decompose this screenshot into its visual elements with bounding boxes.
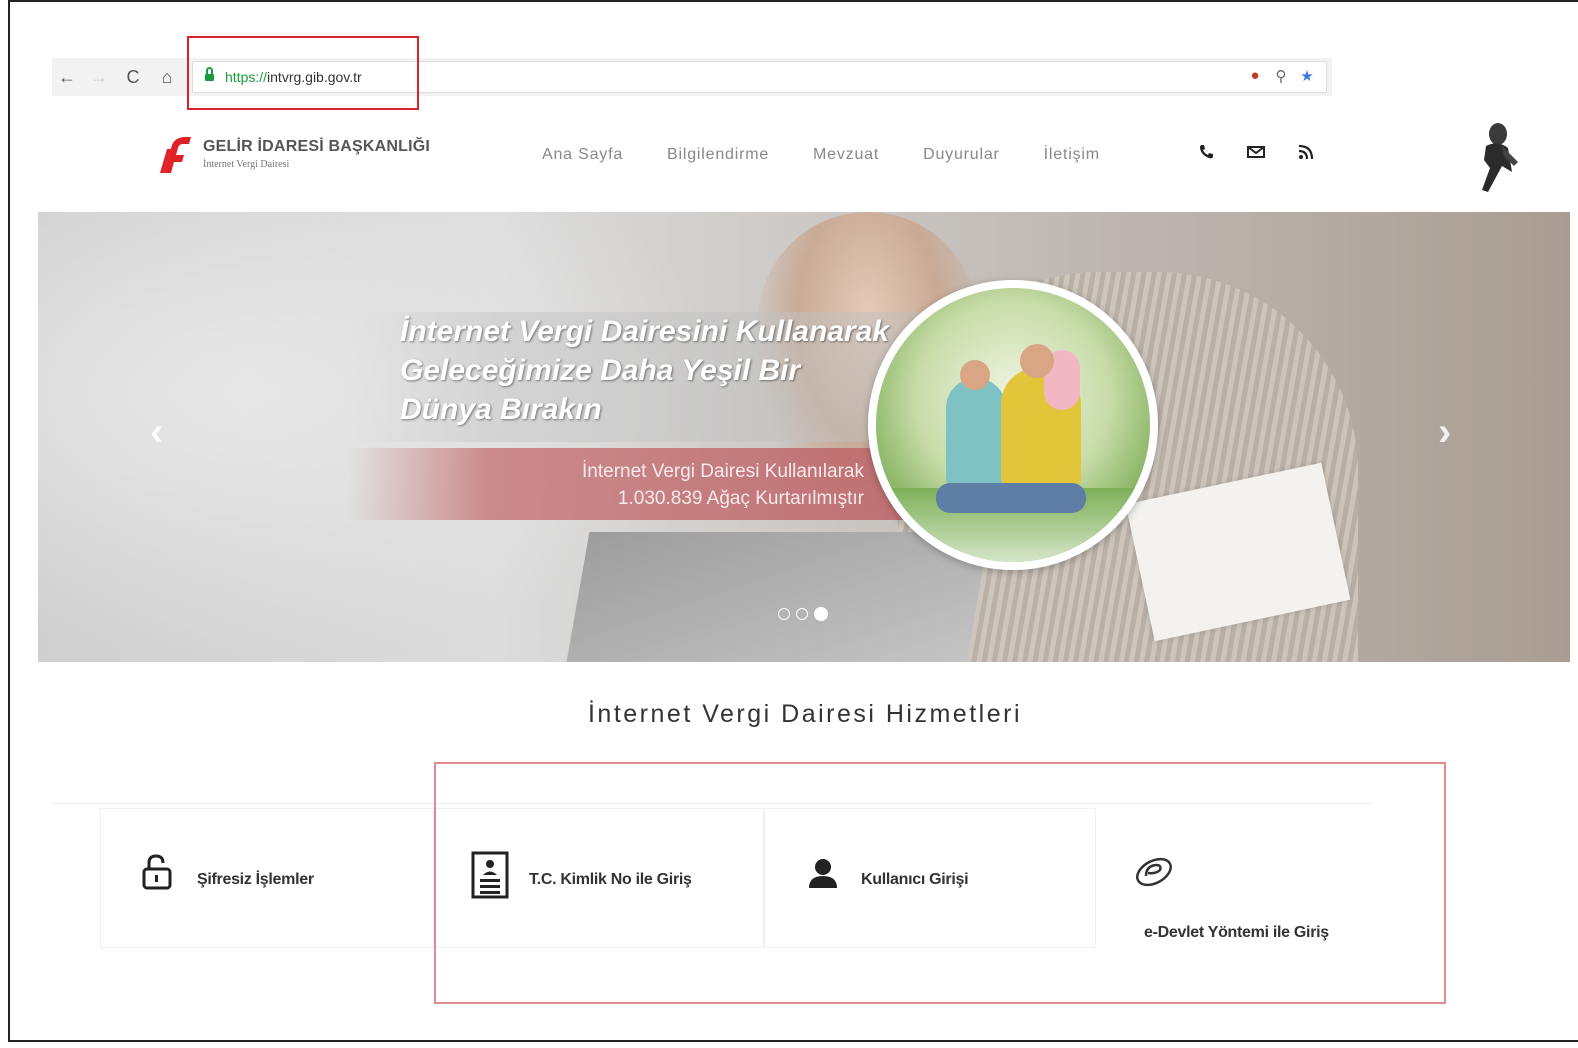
menu-item-duyurular[interactable]: Duyurular <box>923 146 1000 164</box>
hero-headline: İnternet Vergi Dairesini Kullanarak Gele… <box>400 315 890 426</box>
service-label: Şifresiz İşlemler <box>197 871 314 888</box>
unlock-icon <box>142 854 172 890</box>
bookmark-star-icon[interactable]: ★ <box>1298 67 1316 85</box>
zoom-icon[interactable]: ⚲ <box>1272 67 1290 85</box>
slide-dot-3[interactable] <box>814 607 828 621</box>
gib-logo-icon <box>160 137 191 173</box>
mail-icon[interactable] <box>1246 144 1266 165</box>
forward-arrow-icon[interactable]: → <box>86 64 112 90</box>
family-photo <box>868 280 1158 570</box>
home-icon[interactable]: ⌂ <box>154 64 180 90</box>
back-arrow-icon[interactable]: ← <box>54 64 80 90</box>
hero-subtext: İnternet Vergi Dairesi Kullanılarak 1.03… <box>582 461 864 509</box>
site-settings-icon[interactable]: ● <box>1246 67 1264 85</box>
rss-icon[interactable] <box>1296 144 1316 165</box>
reload-icon[interactable]: C <box>120 64 146 90</box>
url-highlight-box <box>187 36 419 110</box>
service-sifresiz-islemler[interactable]: Şifresiz İşlemler <box>100 808 434 948</box>
next-slide-chevron-icon[interactable]: › <box>1438 410 1451 455</box>
menu-item-mevzuat[interactable]: Mevzuat <box>813 146 879 164</box>
slide-dot-2[interactable] <box>796 608 808 620</box>
slide-dot-1[interactable] <box>778 608 790 620</box>
services-title: İnternet Vergi Dairesi Hizmetleri <box>587 700 1022 728</box>
ataturk-portrait <box>1482 123 1518 192</box>
main-menu: Ana Sayfa Bilgilendirme Mevzuat Duyurula… <box>542 146 1144 164</box>
hero-slider: İnternet Vergi Dairesini Kullanarak Gele… <box>38 212 1570 662</box>
logo-subtitle: İnternet Vergi Dairesi <box>203 159 290 170</box>
services-highlight-box <box>434 762 1446 1004</box>
prev-slide-chevron-icon[interactable]: ‹ <box>150 410 163 455</box>
menu-item-bilgilendirme[interactable]: Bilgilendirme <box>667 146 769 164</box>
slide-indicators <box>778 607 828 621</box>
logo-title: GELİR İDARESİ BAŞKANLIĞI <box>203 138 431 155</box>
phone-icon[interactable] <box>1196 144 1216 165</box>
menu-item-ana-sayfa[interactable]: Ana Sayfa <box>542 146 623 164</box>
menu-item-iletisim[interactable]: İletişim <box>1044 146 1100 164</box>
